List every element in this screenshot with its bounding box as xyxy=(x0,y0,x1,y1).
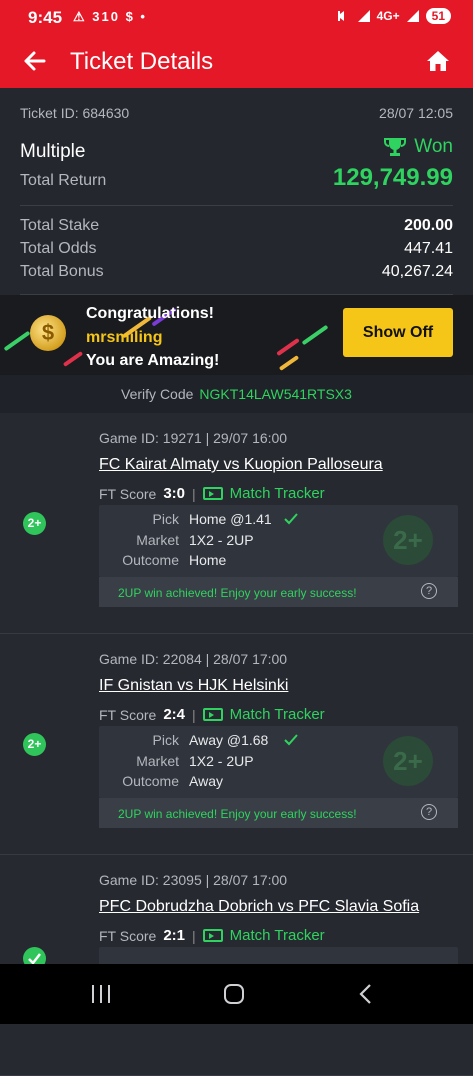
confetti-streak xyxy=(276,337,300,357)
amazing-text: You are Amazing! xyxy=(86,352,220,369)
outcome-value: Home xyxy=(189,552,227,568)
page-title: Ticket Details xyxy=(70,48,214,75)
status-time: 9:45 xyxy=(28,8,63,27)
total-odds-label: Total Odds xyxy=(20,240,97,257)
ft-score: 3:0 xyxy=(163,485,185,502)
back-nav-icon[interactable] xyxy=(358,983,374,1005)
ft-score-label: FT Score xyxy=(99,485,157,502)
ticket-datetime: 28/07 12:05 xyxy=(379,105,453,121)
two-up-message-text: 2UP win achieved! Enjoy your early succe… xyxy=(118,807,357,821)
back-arrow-icon[interactable] xyxy=(22,48,48,74)
trophy-icon xyxy=(384,138,407,156)
two-up-badge-icon: 2+ xyxy=(23,512,46,535)
ft-score: 2:1 xyxy=(163,927,185,944)
system-nav-bar xyxy=(0,964,473,1024)
game-id: Game ID: 22084 | 28/07 17:00 xyxy=(99,651,288,667)
coin-icon: $ xyxy=(30,315,66,351)
match-tracker-icon[interactable] xyxy=(202,929,223,942)
market-label: Market xyxy=(136,753,179,769)
check-icon xyxy=(284,734,298,746)
check-icon xyxy=(284,513,298,525)
total-stake-label: Total Stake xyxy=(20,217,100,234)
home-nav-icon[interactable] xyxy=(223,983,245,1005)
ft-score-row: FT Score 2:1 | Match Tracker xyxy=(99,927,325,944)
market-value: 1X2 - 2UP xyxy=(189,753,254,769)
market-value: 1X2 - 2UP xyxy=(189,532,254,548)
outcome-label: Outcome xyxy=(122,773,179,789)
verify-code-label: Verify Code xyxy=(121,386,194,402)
verify-code-value[interactable]: NGKT14LAW541RTSX3 xyxy=(199,386,352,402)
match-teams-link[interactable]: IF Gnistan vs HJK Helsinki xyxy=(99,677,288,695)
total-bonus-value: 40,267.24 xyxy=(381,263,453,280)
help-icon[interactable]: ? xyxy=(421,804,437,820)
outcome-value: Away xyxy=(189,773,223,789)
market-label: Market xyxy=(136,532,179,548)
total-stake-value: 200.00 xyxy=(404,217,453,234)
confetti-streak xyxy=(301,324,329,346)
mute-icon xyxy=(337,11,344,21)
divider xyxy=(20,205,453,206)
ft-score-label: FT Score xyxy=(99,706,157,723)
show-off-button[interactable]: Show Off xyxy=(343,308,453,357)
battery-indicator: 51 xyxy=(425,8,451,24)
congrats-banner: $ Congratulations! mrsmiling You are Ama… xyxy=(0,295,473,375)
total-bonus-label: Total Bonus xyxy=(20,263,104,280)
total-odds-value: 447.41 xyxy=(404,240,453,257)
pick-value: Home @1.41 xyxy=(189,511,272,527)
verify-code-row: Verify Code NGKT14LAW541RTSX3 xyxy=(0,375,473,413)
game-card: 2+ Game ID: 22084 | 28/07 17:00 IF Gnist… xyxy=(0,634,473,855)
username: mrsmiling xyxy=(86,329,163,346)
total-return-label: Total Return xyxy=(20,172,107,189)
match-tracker-icon[interactable] xyxy=(202,487,223,500)
ft-score-row: FT Score 2:4 | Match Tracker xyxy=(99,706,325,723)
home-icon[interactable] xyxy=(425,48,451,74)
status-right: 4G+ 51 xyxy=(337,8,451,24)
match-teams-link[interactable]: PFC Dobrudzha Dobrich vs PFC Slavia Sofi… xyxy=(99,898,419,916)
recent-apps-icon[interactable] xyxy=(90,984,112,1004)
signal-icon-2 xyxy=(406,10,419,22)
pick-label: Pick xyxy=(152,732,179,748)
game-card: 2+ Game ID: 19271 | 29/07 16:00 FC Kaira… xyxy=(0,413,473,634)
match-tracker-link[interactable]: Match Tracker xyxy=(230,927,325,944)
status-bar: 9:45 ⚠ 310 $ • 4G+ 51 xyxy=(0,0,473,34)
app-bar: Ticket Details xyxy=(0,34,473,88)
two-up-watermark-icon: 2+ xyxy=(383,515,433,565)
confetti-streak xyxy=(62,351,84,367)
pick-label: Pick xyxy=(152,511,179,527)
ticket-status: Won xyxy=(414,136,453,157)
ft-score: 2:4 xyxy=(163,706,185,723)
ft-score-label: FT Score xyxy=(99,927,157,944)
two-up-message: 2UP win achieved! Enjoy your early succe… xyxy=(99,798,458,828)
two-up-message-text: 2UP win achieved! Enjoy your early succe… xyxy=(118,586,357,600)
game-id: Game ID: 19271 | 29/07 16:00 xyxy=(99,430,288,446)
two-up-message: 2UP win achieved! Enjoy your early succe… xyxy=(99,577,458,607)
ft-score-row: FT Score 3:0 | Match Tracker xyxy=(99,485,325,502)
two-up-badge-icon: 2+ xyxy=(23,733,46,756)
outcome-label: Outcome xyxy=(122,552,179,568)
help-icon[interactable]: ? xyxy=(421,583,437,599)
two-up-watermark-icon: 2+ xyxy=(383,736,433,786)
match-teams-link[interactable]: FC Kairat Almaty vs Kuopion Palloseura xyxy=(99,456,383,474)
confetti-streak xyxy=(278,355,300,371)
match-tracker-icon[interactable] xyxy=(202,708,223,721)
signal-icon xyxy=(357,10,370,22)
congrats-text: Congratulations! xyxy=(86,305,214,322)
ticket-id: Ticket ID: 684630 xyxy=(20,105,130,121)
match-tracker-link[interactable]: Match Tracker xyxy=(230,485,325,502)
ticket-type: Multiple xyxy=(20,141,86,162)
total-return-value: 129,749.99 xyxy=(332,164,453,191)
match-tracker-link[interactable]: Match Tracker xyxy=(230,706,325,723)
notification-icons: ⚠ 310 $ • xyxy=(73,9,147,24)
pick-details: 2+ Pick Away @1.68 Market 1X2 - 2UP Outc… xyxy=(99,726,458,798)
pick-value: Away @1.68 xyxy=(189,732,269,748)
confetti-streak xyxy=(3,330,31,352)
network-type: 4G+ xyxy=(376,9,400,23)
pick-details: 2+ Pick Home @1.41 Market 1X2 - 2UP Outc… xyxy=(99,505,458,577)
game-id: Game ID: 23095 | 28/07 17:00 xyxy=(99,872,288,888)
